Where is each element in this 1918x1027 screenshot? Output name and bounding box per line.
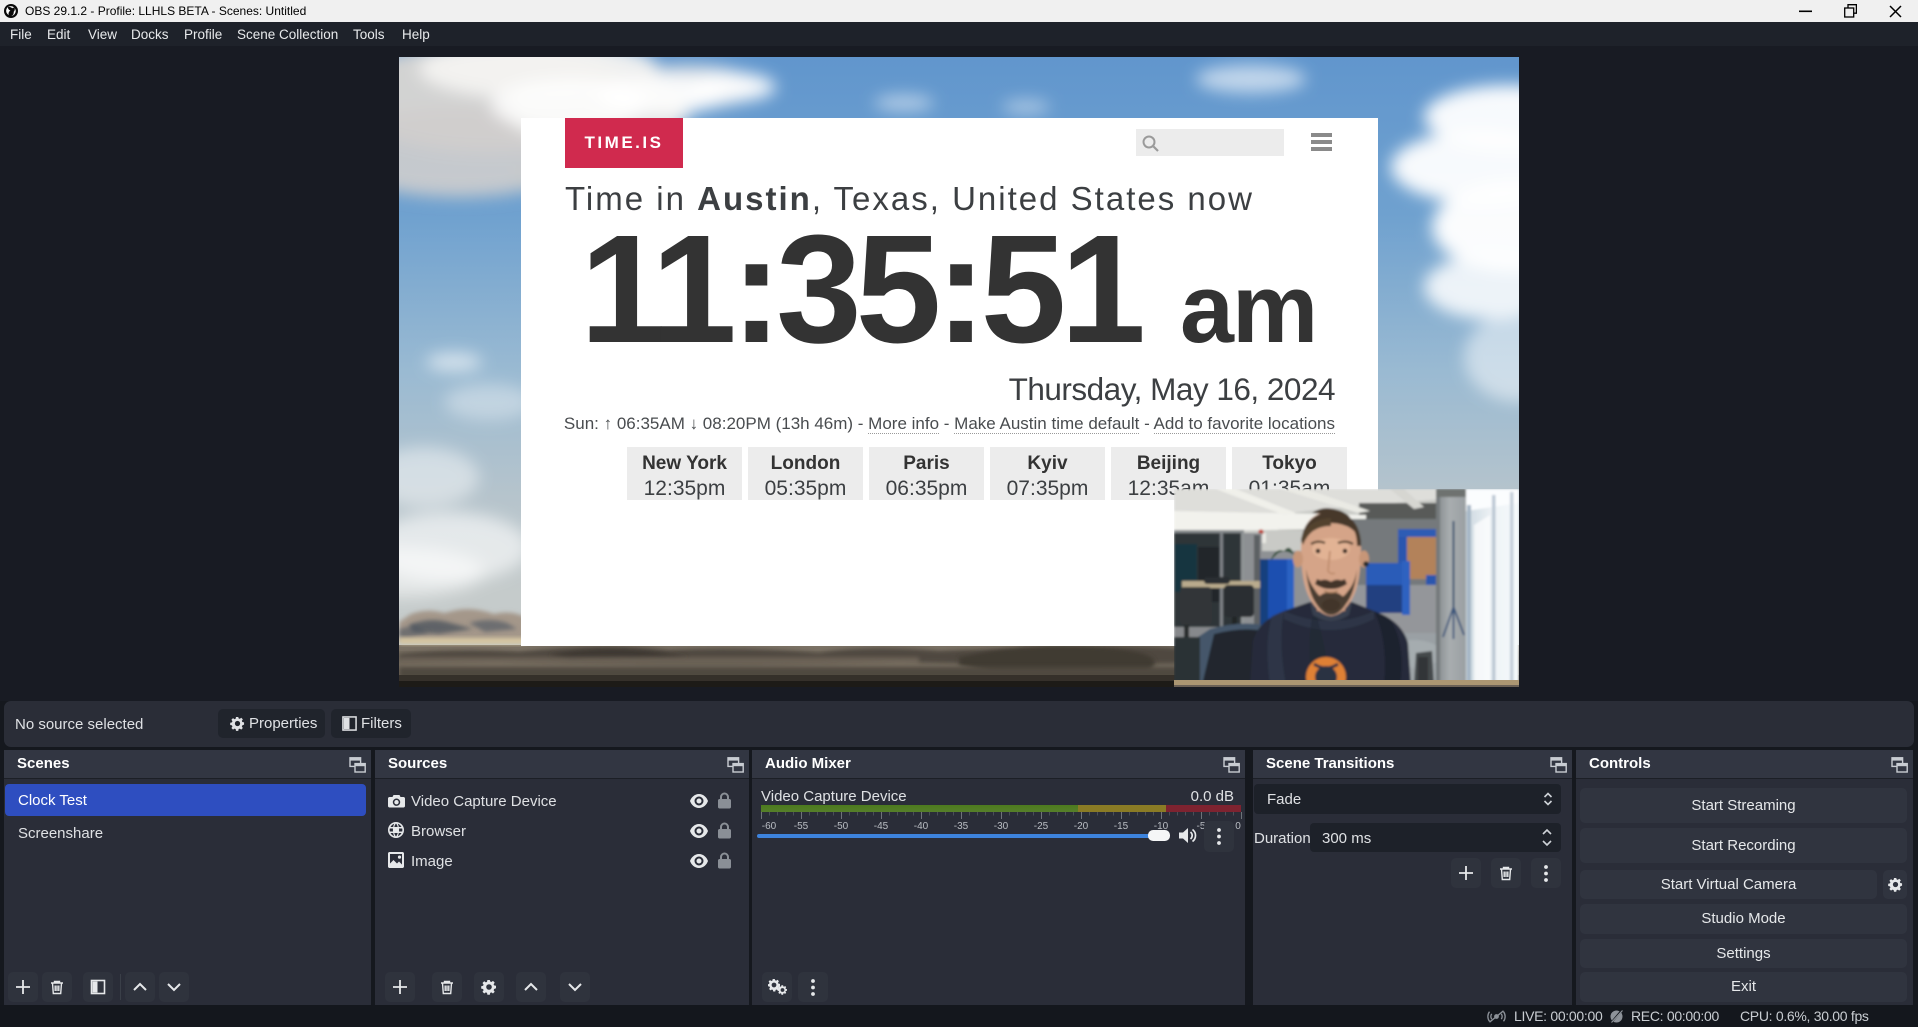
svg-text:-35: -35 (954, 821, 969, 831)
svg-text:-25: -25 (1034, 821, 1049, 831)
svg-text:am: am (1180, 254, 1316, 356)
svg-text:-55: -55 (794, 821, 809, 831)
svg-text:-20: -20 (1074, 821, 1089, 831)
svg-text:-60: -60 (762, 821, 777, 831)
svg-text:-40: -40 (914, 821, 929, 831)
svg-text:11:35:51: 11:35:51 (580, 216, 1142, 356)
svg-text:-30: -30 (994, 821, 1009, 831)
svg-text:0: 0 (1235, 821, 1241, 831)
svg-text:-50: -50 (834, 821, 849, 831)
svg-text:-45: -45 (874, 821, 889, 831)
svg-text:-15: -15 (1114, 821, 1129, 831)
